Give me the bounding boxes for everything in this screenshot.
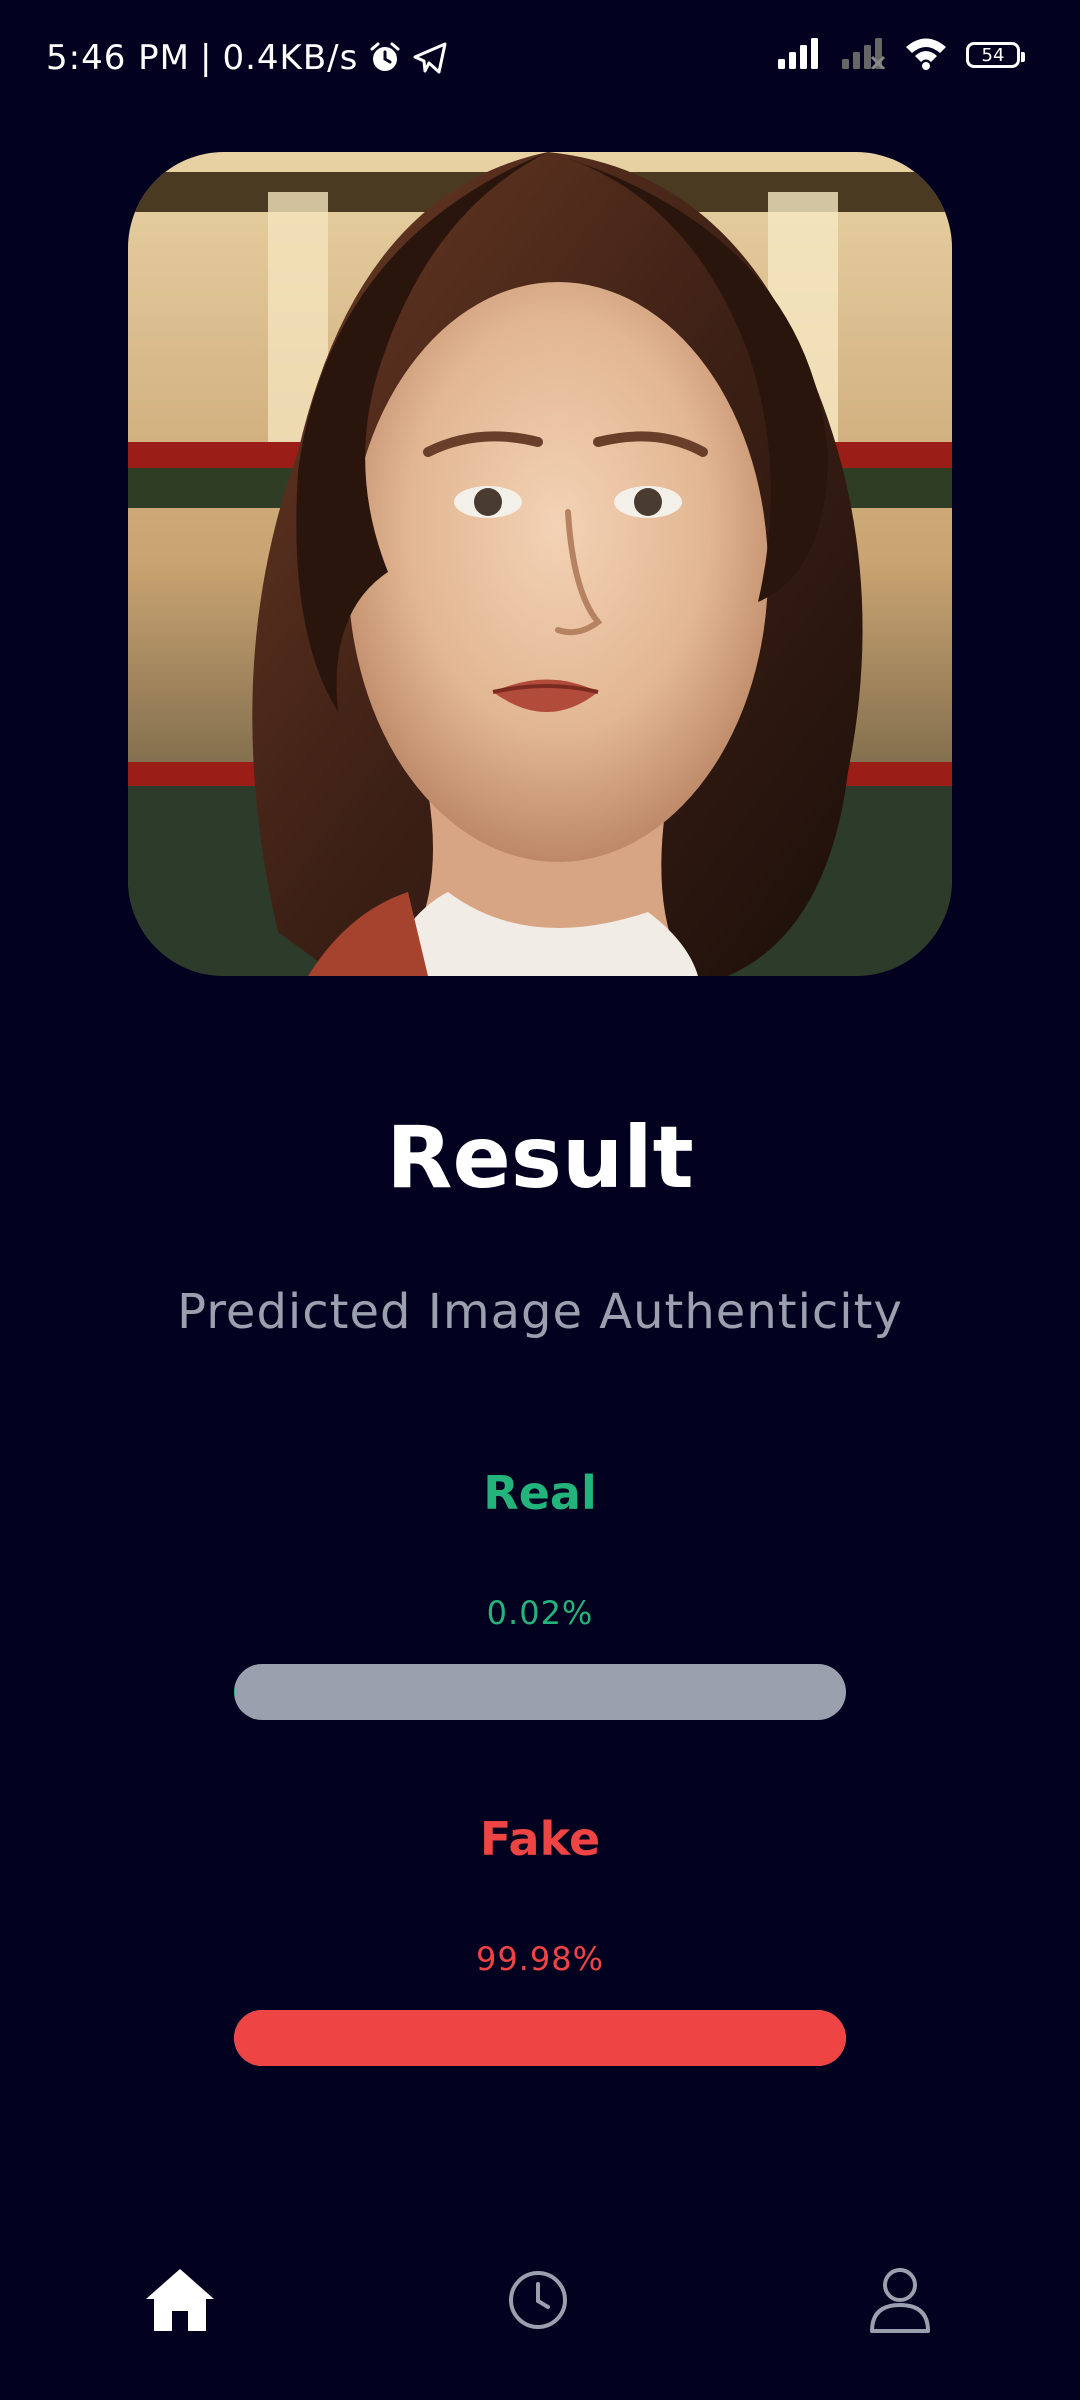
history-icon xyxy=(509,2271,567,2329)
signal-weak-icon xyxy=(840,37,886,73)
nav-history[interactable] xyxy=(478,2240,598,2360)
result-title: Result xyxy=(386,1108,694,1208)
status-bar: 5:46 PM | 0.4KB/s 54 xyxy=(0,0,1080,120)
status-right: 54 xyxy=(776,36,1025,74)
real-label: Real xyxy=(483,1466,597,1520)
nav-home[interactable] xyxy=(120,2240,240,2360)
fake-percentage: 99.98% xyxy=(475,1940,604,1978)
real-percentage: 0.02% xyxy=(486,1594,594,1632)
battery-icon: 54 xyxy=(966,42,1025,68)
portrait-image xyxy=(128,152,952,976)
uploaded-photo[interactable] xyxy=(128,152,952,976)
signal-icon xyxy=(776,37,822,73)
fake-label: Fake xyxy=(479,1812,601,1866)
status-time: 5:46 PM xyxy=(46,38,190,78)
wifi-icon xyxy=(904,36,948,74)
nav-profile[interactable] xyxy=(840,2240,960,2360)
status-left: 5:46 PM | 0.4KB/s xyxy=(46,38,448,78)
profile-icon xyxy=(870,2268,930,2333)
fake-progress-fill xyxy=(234,2010,846,2066)
result-subtitle: Predicted Image Authenticity xyxy=(177,1284,903,1340)
home-icon xyxy=(146,2269,214,2331)
status-separator: | xyxy=(200,38,213,78)
telegram-icon xyxy=(412,41,448,75)
alarm-icon xyxy=(368,41,402,75)
battery-level: 54 xyxy=(981,44,1005,66)
fake-progress-bar xyxy=(234,2010,846,2066)
bottom-navigation xyxy=(0,2240,1080,2360)
real-progress-bar xyxy=(234,1664,846,1720)
network-speed: 0.4KB/s xyxy=(222,38,359,78)
